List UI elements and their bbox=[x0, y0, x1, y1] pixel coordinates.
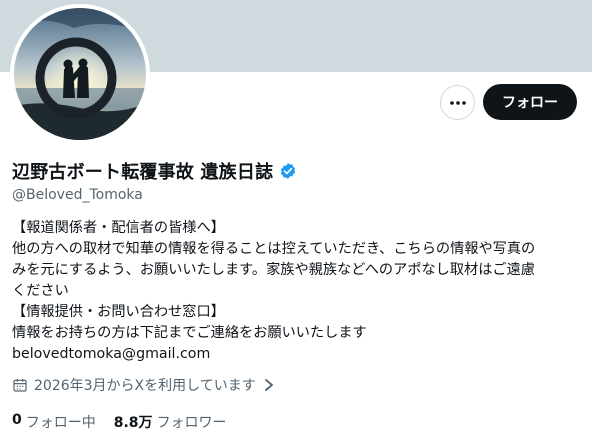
more-button[interactable] bbox=[440, 85, 475, 120]
bio-line: みを元にするよう、お願いいたします。家族や親族などへのアポなし取材はご遠慮 bbox=[12, 262, 535, 278]
display-name: 辺野古ボート転覆事故 遺族日誌 bbox=[12, 162, 274, 183]
verified-badge-icon[interactable] bbox=[279, 162, 297, 180]
follow-stats: 0 フォロー中 8.8万 フォロワー bbox=[12, 412, 245, 432]
bio-line: 情報をお持ちの方は下記までご連絡をお願いいたします bbox=[12, 325, 367, 341]
avatar-image bbox=[14, 8, 146, 140]
chevron-right-icon bbox=[264, 379, 273, 391]
followers-link[interactable]: 8.8万 フォロワー bbox=[114, 412, 227, 432]
followers-count: 8.8万 bbox=[113, 415, 153, 431]
profile-handle: @Beloved_Tomoka bbox=[12, 187, 143, 203]
bio-email: belovedtomoka@gmail.com bbox=[12, 346, 211, 362]
following-count: 0 bbox=[12, 412, 22, 428]
calendar-icon bbox=[13, 379, 27, 392]
bio-line: 他の方への取材で知華の情報を得ることは控えていただき、こちらの情報や写真の bbox=[12, 241, 536, 257]
profile-bio: 【報道関係者・配信者の皆様へ】 他の方への取材で知華の情報を得ることは控えていた… bbox=[12, 218, 584, 365]
follow-button[interactable]: フォロー bbox=[483, 84, 577, 120]
bio-line: ください bbox=[12, 283, 69, 299]
profile-page: フォロー 辺野古ボート転覆事故 遺族日誌 @Beloved_Tomoka 【報道… bbox=[0, 0, 592, 441]
bio-line: 【情報提供・お問い合わせ窓口】 bbox=[12, 304, 225, 320]
following-link[interactable]: 0 フォロー中 bbox=[12, 412, 96, 432]
followers-label: フォロワー bbox=[156, 415, 227, 431]
following-label: フォロー中 bbox=[25, 415, 96, 431]
more-dots-icon bbox=[449, 100, 466, 105]
joined-date[interactable]: 2026年3月からXを利用しています bbox=[12, 375, 274, 395]
joined-date-text: 2026年3月からXを利用しています bbox=[34, 378, 256, 394]
bio-line: 【報道関係者・配信者の皆様へ】 bbox=[12, 220, 225, 236]
avatar[interactable] bbox=[10, 4, 150, 144]
profile-name-row: 辺野古ボート転覆事故 遺族日誌 bbox=[12, 158, 297, 184]
follow-button-label: フォロー bbox=[502, 95, 558, 111]
